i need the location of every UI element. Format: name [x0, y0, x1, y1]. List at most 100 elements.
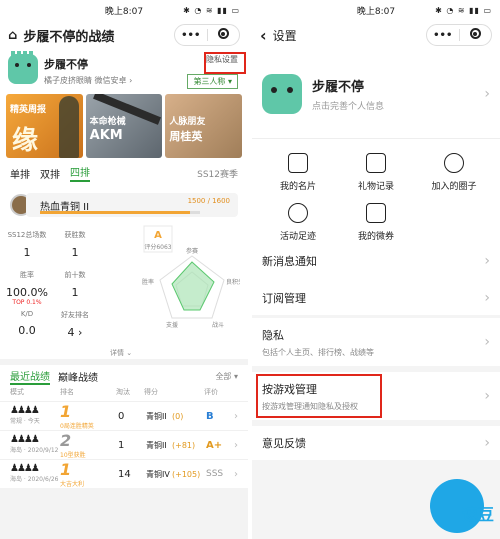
stat-kd: K/D 0.0	[18, 310, 36, 337]
ability-radar-chart: A 评分6063 参赛 良积分 战斗 支援 胜率	[142, 225, 240, 329]
avatar[interactable]	[262, 74, 302, 114]
stat-friend-rank[interactable]: 好友排名 4 ›	[50, 310, 100, 339]
grade-letter: A	[154, 230, 162, 241]
radar-label-participation: 参赛	[186, 247, 198, 255]
tab-squad[interactable]: 四排	[70, 164, 90, 182]
status-bar: 晚上8:07 ✱ ◔ ≋ ▮▮ ▭	[252, 0, 500, 20]
chevron-right-icon: ›	[234, 439, 238, 451]
more-icon[interactable]: •••	[427, 30, 459, 41]
match-filter[interactable]: 全部 ▾	[215, 371, 238, 382]
rank-progress	[40, 211, 200, 214]
match-row[interactable]: ♟♟♟♟ 常规 · 今天 1 0局连胜精英 0 青铜II (0) B ›	[0, 401, 248, 430]
id-card-icon	[288, 153, 308, 173]
gift-record-item[interactable]: 礼物记录	[336, 153, 416, 192]
chevron-right-icon: ›	[234, 410, 238, 422]
user-name: 步履不停	[312, 80, 365, 95]
match-place: 2	[60, 431, 72, 450]
stat-winrate: 胜率 100.0% TOP 0.1%	[6, 271, 48, 306]
grade-score: 评分6063	[144, 243, 171, 251]
season-label: SS12赛季	[197, 169, 238, 180]
back-icon[interactable]: ‹	[260, 26, 267, 45]
home-icon[interactable]: ⌂	[8, 28, 17, 43]
joined-circles-item[interactable]: 加入的圈子	[414, 153, 494, 192]
card-title: 周桂英	[169, 130, 203, 143]
squad-icon: ♟♟♟♟	[10, 405, 40, 416]
match-column-headers: 模式 排名 淘汰 得分 评价	[0, 387, 248, 401]
squad-icon: ♟♟♟♟	[10, 434, 40, 445]
mode-tabs: 单排 双排 四排 SS12赛季	[0, 160, 248, 186]
avatar[interactable]	[8, 51, 38, 84]
match-grade: A+	[206, 439, 223, 451]
rank-value: 1500 / 1600	[187, 197, 230, 205]
radar-label-combat: 战斗	[212, 321, 224, 329]
card-tag: 人脉朋友	[169, 117, 206, 127]
stat-top10: 前十数 1	[64, 271, 86, 299]
chat-bubble-icon	[444, 153, 464, 173]
nav-bar: ⌂ 步履不停的战绩 •••	[0, 20, 248, 50]
match-place: 1	[60, 402, 72, 421]
my-card-item[interactable]: 我的名片	[258, 153, 338, 192]
highlight-privacy-box	[204, 52, 246, 74]
match-kills: 14	[118, 468, 131, 480]
right-screen: 晚上8:07 ✱ ◔ ≋ ▮▮ ▭ ‹ 设置 ••• 步履不停 点击完善个人信息…	[252, 0, 500, 539]
chevron-right-icon: ›	[484, 290, 490, 306]
rank-row: 热血青铜 II 1500 / 1600	[0, 186, 248, 224]
character-figure	[58, 96, 79, 158]
weapon-card[interactable]: 本命枪械 AKM	[85, 94, 163, 158]
chevron-right-icon: ›	[484, 253, 490, 269]
match-grade: SSS	[206, 469, 224, 479]
my-coupons-item[interactable]: 我的微券	[336, 203, 416, 242]
match-row[interactable]: ♟♟♟♟ 海岛 · 2020/6/26 1 大吉大利 14 青铜IV (+105) …	[0, 459, 248, 488]
player-sub[interactable]: 橘子皮挤眼睛 微信安卓 ›	[44, 75, 132, 86]
radar-label-support: 支援	[166, 321, 178, 329]
match-place: 1	[60, 460, 72, 479]
match-row[interactable]: ♟♟♟♟ 海岛 · 2020/9/12 2 10型获胜 1 青铜II (+81) A…	[0, 430, 248, 459]
menu-feedback[interactable]: 意见反馈 ›	[252, 426, 500, 460]
card-big-text: 缘	[12, 126, 39, 156]
card-tag: 本命枪械	[89, 117, 126, 127]
menu-privacy[interactable]: 隐私 包括个人主页、排行榜、战绩等 ›	[252, 318, 500, 366]
tab-recent-matches[interactable]: 最近战绩	[10, 368, 50, 385]
status-bar: 晚上8:07 ✱ ◔ ≋ ▮▮ ▭	[0, 0, 248, 20]
perspective-select[interactable]: 第三人称 ▾	[187, 74, 238, 89]
squad-icon: ♟♟♟♟	[10, 463, 40, 474]
stats-area: SS12总场数 1 获胜数 1 胜率 100.0% TOP 0.1% 前十数 1 K/D 0…	[0, 224, 248, 359]
chevron-right-icon: ›	[484, 435, 490, 451]
status-time: 晚上8:07	[104, 6, 144, 17]
detail-link[interactable]: 详情 ⌄	[110, 348, 132, 358]
chevron-right-icon: ›	[234, 468, 238, 480]
menu-subscription-management[interactable]: 订阅管理 ›	[252, 281, 500, 315]
mini-program-capsule: •••	[426, 24, 492, 46]
feature-cards: 精英周报 缘 本命枪械 AKM 人脉朋友 周桂英	[0, 92, 248, 160]
match-grade: B	[206, 410, 214, 422]
match-kills: 1	[118, 439, 125, 451]
tab-solo[interactable]: 单排	[10, 166, 30, 181]
close-target-icon[interactable]	[460, 28, 492, 42]
close-target-icon[interactable]	[208, 28, 240, 42]
match-tabs: 最近战绩 巅峰战绩 全部 ▾	[0, 365, 248, 387]
profile-hint: 点击完善个人信息	[312, 102, 385, 112]
gift-icon	[366, 153, 386, 173]
chevron-right-icon: ›	[484, 388, 490, 404]
tab-duo[interactable]: 双排	[40, 166, 60, 181]
weekly-report-card[interactable]: 精英周报 缘	[6, 94, 83, 158]
player-name: 步履不停	[44, 58, 88, 71]
radar-label-score: 良积分	[226, 278, 240, 286]
chevron-right-icon: ›	[484, 334, 490, 350]
friends-card[interactable]: 人脉朋友 周桂英	[165, 94, 243, 158]
watermark-text: 速豆	[461, 505, 494, 524]
nav-bar: ‹ 设置 •••	[252, 20, 500, 50]
chevron-right-icon: ›	[484, 86, 490, 102]
activity-footprint-item[interactable]: 活动足迹	[258, 203, 338, 242]
status-time: 晚上8:07	[356, 6, 396, 17]
stat-total: SS12总场数 1	[7, 231, 47, 259]
radar-label-winrate: 胜率	[142, 278, 154, 286]
match-kills: 0	[118, 410, 125, 422]
more-icon[interactable]: •••	[175, 30, 207, 41]
settings-profile[interactable]: 步履不停 点击完善个人信息 ›	[252, 50, 500, 138]
highlight-manage-by-game-box	[256, 374, 382, 418]
card-title: AKM	[89, 128, 123, 143]
ticket-icon	[366, 203, 386, 223]
menu-new-message-notifications[interactable]: 新消息通知 ›	[252, 244, 500, 278]
tab-peak-matches[interactable]: 巅峰战绩	[58, 369, 98, 384]
